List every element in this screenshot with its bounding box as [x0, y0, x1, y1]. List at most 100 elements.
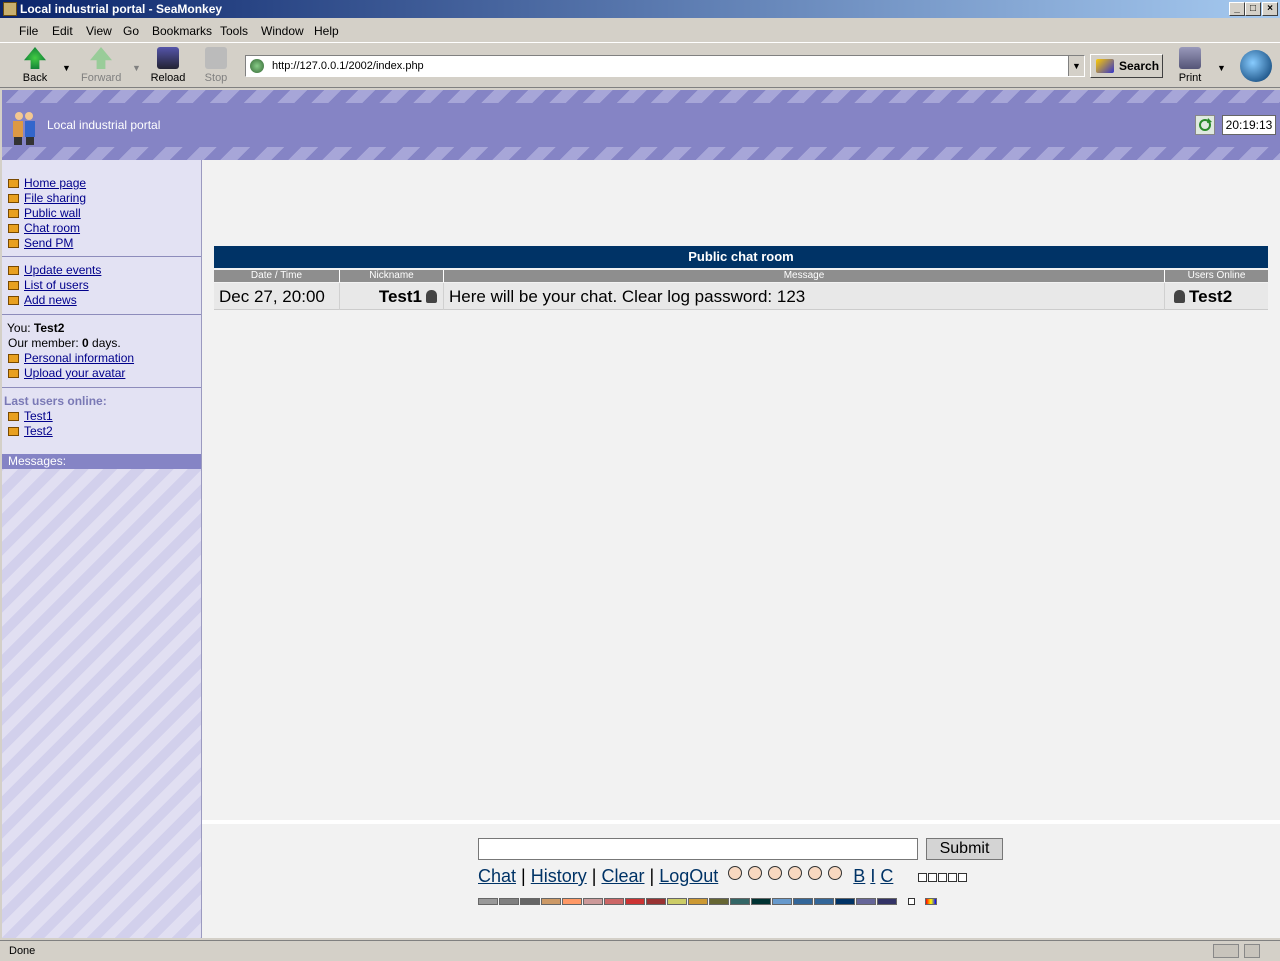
italic-format-button[interactable]: I: [870, 866, 875, 886]
back-arrow-icon: [24, 47, 46, 69]
sidebar-item-public-wall[interactable]: Public wall: [8, 206, 81, 220]
color-swatch[interactable]: [730, 898, 750, 905]
size-toggle-icon[interactable]: [958, 873, 968, 882]
reload-button[interactable]: Reload: [148, 47, 188, 84]
color-swatch[interactable]: [520, 898, 540, 905]
color-swatch[interactable]: [751, 898, 771, 905]
portal-logo-icon: [10, 110, 38, 146]
chat-links: Chat | History | Clear | LogOut B I C: [478, 866, 968, 887]
sidebar-item-chat-room[interactable]: Chat room: [8, 221, 80, 235]
bold-format-button[interactable]: B: [853, 866, 865, 886]
smiley-icon[interactable]: [828, 866, 843, 880]
sidebar-item-personal-information[interactable]: Personal information: [8, 351, 134, 365]
app-icon: [3, 2, 17, 16]
sidebar-tools-section: Update events List of users Add news: [2, 257, 201, 315]
color-swatch[interactable]: [499, 898, 519, 905]
book-icon: [8, 224, 19, 233]
book-icon: [8, 354, 19, 363]
clear-link[interactable]: Clear: [601, 866, 644, 886]
color-swatch[interactable]: [541, 898, 561, 905]
stop-button[interactable]: Stop: [196, 47, 236, 84]
forward-dropdown-icon[interactable]: ▼: [132, 63, 141, 73]
menu-bookmarks[interactable]: Bookmarks: [152, 24, 212, 38]
size-toggle-icon[interactable]: [918, 873, 928, 882]
search-button[interactable]: Search: [1090, 54, 1163, 78]
color-swatch[interactable]: [856, 898, 876, 905]
table-row: Dec 27, 20:00 Test1 Here will be your ch…: [214, 283, 1268, 310]
color-swatch[interactable]: [562, 898, 582, 905]
status-text: Done: [9, 945, 36, 957]
sidebar-item-upload-avatar[interactable]: Upload your avatar: [8, 366, 125, 380]
sidebar-item-home-page[interactable]: Home page: [8, 176, 86, 190]
last-user-item[interactable]: Test1: [8, 409, 53, 423]
color-swatch[interactable]: [814, 898, 834, 905]
sidebar-item-list-of-users[interactable]: List of users: [8, 278, 89, 292]
refresh-icon[interactable]: [1195, 115, 1215, 135]
color-swatch[interactable]: [835, 898, 855, 905]
smiley-icon[interactable]: [768, 866, 783, 880]
color-swatch[interactable]: [625, 898, 645, 905]
color-swatch[interactable]: [688, 898, 708, 905]
menu-go[interactable]: Go: [123, 24, 139, 38]
sidebar-nav-section: Home page File sharing Public wall Chat …: [2, 160, 201, 257]
menu-tools[interactable]: Tools: [220, 24, 248, 38]
custom-color-icon[interactable]: [925, 898, 937, 905]
chat-message-input[interactable]: [478, 838, 918, 860]
sidebar-item-add-news[interactable]: Add news: [8, 293, 77, 307]
color-swatch[interactable]: [877, 898, 897, 905]
smiley-icon[interactable]: [728, 866, 743, 880]
color-format-button[interactable]: C: [880, 866, 893, 886]
submit-button[interactable]: Submit: [926, 838, 1003, 860]
sidebar-item-update-events[interactable]: Update events: [8, 263, 101, 277]
url-dropdown-icon[interactable]: ▼: [1068, 56, 1084, 76]
minimize-button[interactable]: _: [1229, 2, 1245, 16]
menu-help[interactable]: Help: [314, 24, 339, 38]
chat-link[interactable]: Chat: [478, 866, 516, 886]
book-icon: [8, 412, 19, 421]
seamonkey-logo-icon: [1240, 50, 1272, 82]
maximize-button[interactable]: □: [1245, 2, 1261, 16]
menu-window[interactable]: Window: [261, 24, 304, 38]
white-swatch-icon[interactable]: [908, 898, 915, 905]
close-button[interactable]: ×: [1262, 2, 1278, 16]
menu-view[interactable]: View: [86, 24, 112, 38]
color-swatch[interactable]: [772, 898, 792, 905]
menu-file[interactable]: File: [19, 24, 38, 38]
book-icon: [8, 209, 19, 218]
sidebar-item-send-pm[interactable]: Send PM: [8, 236, 73, 250]
menu-bar: File Edit View Go Bookmarks Tools Window…: [0, 20, 1280, 42]
smiley-icon[interactable]: [788, 866, 803, 880]
chat-datetime: Dec 27, 20:00: [214, 283, 340, 310]
forward-arrow-icon: [90, 47, 112, 69]
back-button[interactable]: Back: [15, 47, 55, 84]
page-icon: [250, 59, 264, 73]
print-dropdown-icon[interactable]: ▼: [1217, 63, 1226, 73]
logout-link[interactable]: LogOut: [659, 866, 718, 886]
forward-button[interactable]: Forward: [81, 47, 121, 84]
color-swatch[interactable]: [646, 898, 666, 905]
color-swatch[interactable]: [604, 898, 624, 905]
member-days: Our member: 0 days.: [8, 336, 121, 350]
status-bar: Done: [0, 940, 1280, 960]
site-title: Local industrial portal: [47, 118, 161, 132]
color-swatch[interactable]: [478, 898, 498, 905]
color-swatch[interactable]: [667, 898, 687, 905]
online-user-name: Test2: [1189, 287, 1233, 306]
history-link[interactable]: History: [531, 866, 587, 886]
size-toggle-icon[interactable]: [948, 873, 958, 882]
last-user-item[interactable]: Test2: [8, 424, 53, 438]
color-swatch[interactable]: [793, 898, 813, 905]
book-icon: [8, 179, 19, 188]
sidebar-item-file-sharing[interactable]: File sharing: [8, 191, 86, 205]
color-swatch[interactable]: [709, 898, 729, 905]
smiley-icon[interactable]: [748, 866, 763, 880]
size-toggle-icon[interactable]: [938, 873, 948, 882]
url-bar[interactable]: http://127.0.0.1/2002/index.php ▼: [245, 55, 1085, 77]
smiley-icon[interactable]: [808, 866, 823, 880]
print-button[interactable]: Print: [1170, 47, 1210, 84]
size-toggle-icon[interactable]: [928, 873, 938, 882]
color-swatch[interactable]: [583, 898, 603, 905]
menu-edit[interactable]: Edit: [52, 24, 73, 38]
portal-header: [2, 90, 1280, 160]
back-dropdown-icon[interactable]: ▼: [62, 63, 71, 73]
